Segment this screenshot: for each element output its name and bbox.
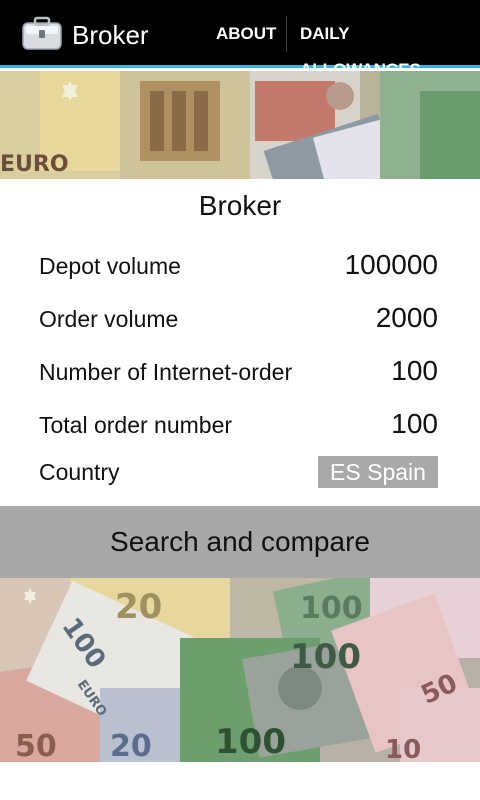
- internet-orders-value[interactable]: 100: [391, 353, 438, 389]
- country-label: Country: [39, 459, 120, 485]
- total-orders-label: Total order number: [39, 412, 233, 438]
- depot-volume-label: Depot volume: [39, 253, 181, 279]
- form-title: Broker: [198, 190, 282, 221]
- depot-volume-value[interactable]: 100000: [345, 247, 438, 283]
- search-and-compare-button[interactable]: Search and compare: [0, 506, 480, 578]
- menu-divider: [286, 16, 287, 52]
- banner-note-text: 100: [215, 722, 286, 762]
- banknotes-banner-top: EURO: [0, 71, 480, 179]
- banknotes-image: EURO: [0, 71, 480, 179]
- order-volume-label: Order volume: [39, 306, 179, 332]
- banknotes-banner-bottom: 100 EURO 20 100 50 10 50 100 20 100: [0, 578, 480, 762]
- banner-note-text: 20: [110, 729, 152, 762]
- briefcase-icon[interactable]: [22, 16, 62, 50]
- top-banner-euro-text: EURO: [0, 152, 69, 177]
- banner-note-text: 100: [290, 637, 361, 677]
- menu-daily-allowances[interactable]: DAILY ALLOWANCES: [288, 16, 480, 79]
- country-select[interactable]: ES Spain: [318, 456, 438, 488]
- banknotes-image: 100 EURO 20 100 50 10 50 100 20 100: [0, 578, 480, 762]
- internet-orders-label: Number of Internet-order: [39, 359, 293, 385]
- banner-note-text: 20: [115, 587, 162, 627]
- banner-note-text: 100: [300, 591, 363, 626]
- total-orders-value[interactable]: 100: [391, 406, 438, 442]
- action-bar: Broker ABOUT DAILY ALLOWANCES: [0, 0, 480, 79]
- order-volume-value[interactable]: 2000: [376, 300, 438, 336]
- app-title: Broker: [72, 20, 149, 50]
- menu-about[interactable]: ABOUT: [204, 16, 288, 52]
- banner-note-text: 10: [385, 735, 421, 762]
- banner-note-text: 50: [15, 729, 57, 762]
